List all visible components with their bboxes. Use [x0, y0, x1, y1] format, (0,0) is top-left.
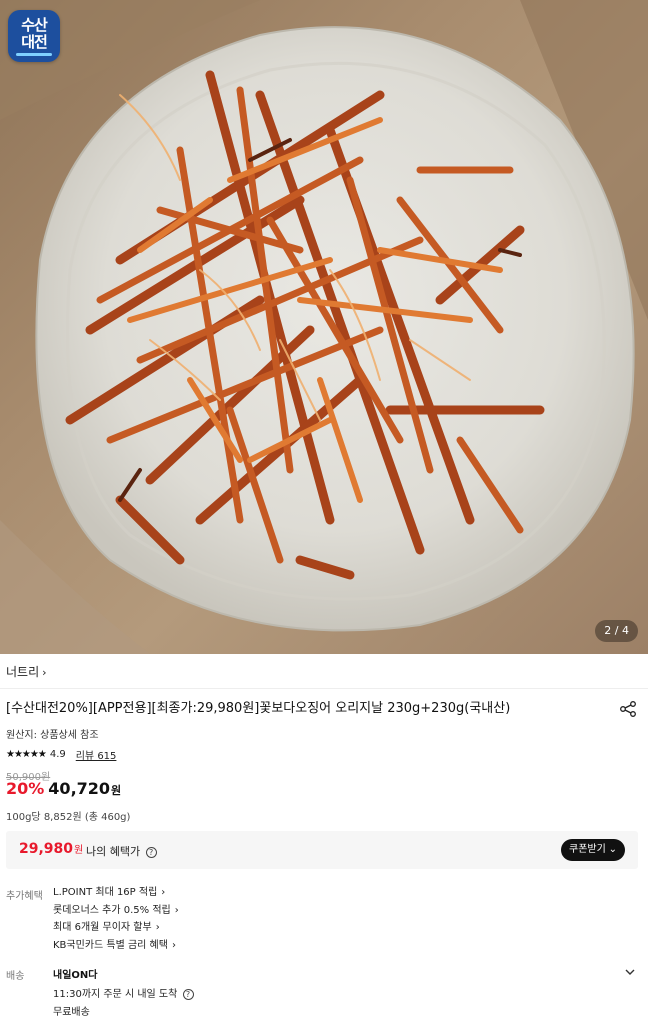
chevron-down-icon[interactable]	[624, 966, 636, 978]
badge-line-1: 수산	[21, 15, 48, 34]
product-title: [수산대전20%][APP전용][최종가:29,980원]꽃보다오징어 오리지날…	[6, 701, 511, 716]
shipping-label: 배송	[6, 971, 25, 982]
chevron-right-icon: ›	[171, 939, 176, 951]
sale-price: 40,720	[48, 779, 111, 798]
product-photo	[0, 0, 648, 654]
shipping-time: 11:30까지 주문 시 내일 도착 ?	[53, 985, 194, 1000]
rating-row: ★★★★★ 4.9 리뷰 615	[6, 747, 116, 762]
benefit-price-box: 29,980원 나의 혜택가 ? 쿠폰받기 ⌄	[6, 831, 638, 869]
promo-badge: 수산 대전	[8, 10, 60, 62]
brand-name: 너트리	[6, 665, 40, 679]
badge-wave	[16, 52, 52, 56]
shipping-title: 내일ON다	[53, 970, 98, 981]
extra-benefit-text: L.POINT 최대 16P 적립	[53, 887, 158, 898]
extra-benefit-text: 최대 6개월 무이자 할부	[53, 922, 152, 933]
divider	[0, 688, 648, 689]
extra-benefit-item[interactable]: L.POINT 최대 16P 적립 ›	[53, 885, 179, 903]
benefit-price-unit: 원	[74, 845, 84, 856]
chevron-right-icon: ›	[155, 922, 160, 933]
info-icon[interactable]: ?	[145, 846, 157, 858]
rating-score: 4.9	[49, 749, 66, 760]
info-icon[interactable]: ?	[182, 988, 194, 1000]
benefit-label-text: 나의 혜택가	[86, 845, 141, 858]
coupon-button[interactable]: 쿠폰받기 ⌄	[561, 839, 625, 861]
chevron-right-icon: ›	[161, 887, 166, 898]
shipping-fee: 무료배송	[53, 1007, 90, 1018]
product-image-carousel[interactable]: 수산 대전 2 / 4	[0, 0, 648, 654]
extra-benefit-item[interactable]: 최대 6개월 무이자 할부 ›	[53, 920, 179, 938]
extra-benefit-text: 롯데오너스 추가 0.5% 적립	[53, 904, 171, 916]
chevron-right-icon: ›	[174, 904, 179, 916]
chevron-down-icon: ⌄	[605, 844, 617, 855]
benefit-price: 29,980원	[19, 841, 83, 857]
shipping-time-text: 11:30까지 주문 시 내일 도착	[53, 989, 178, 1000]
price-unit: 원	[111, 784, 122, 797]
badge-line-2: 대전	[21, 32, 48, 51]
extra-benefit-item[interactable]: 롯데오너스 추가 0.5% 적립 ›	[53, 903, 179, 921]
chevron-right-icon: ›	[42, 666, 47, 679]
brand-link[interactable]: 너트리 ›	[6, 663, 47, 680]
discount-rate: 20%	[6, 779, 45, 798]
price-row: 20% 40,720 원	[6, 779, 121, 798]
benefit-price-value: 29,980	[19, 841, 74, 857]
extra-benefit-label: 추가혜택	[6, 891, 43, 902]
extra-benefit-item[interactable]: KB국민카드 특별 금리 혜택 ›	[53, 938, 179, 956]
origin-info: 원산지: 상품상세 참조	[6, 730, 99, 741]
coupon-button-label: 쿠폰받기	[569, 844, 606, 855]
unit-price: 100g당 8,852원 (총 460g)	[6, 812, 131, 823]
review-link[interactable]: 리뷰 615	[76, 747, 117, 762]
extra-benefit-text: KB국민카드 특별 금리 혜택	[53, 939, 168, 951]
star-icon: ★★★★★	[6, 749, 47, 760]
share-icon[interactable]	[619, 700, 637, 718]
benefit-label: 나의 혜택가 ?	[86, 843, 157, 859]
extra-benefit-list: L.POINT 최대 16P 적립 › 롯데오너스 추가 0.5% 적립 › 최대 …	[53, 885, 179, 955]
image-pager: 2 / 4	[595, 620, 638, 642]
